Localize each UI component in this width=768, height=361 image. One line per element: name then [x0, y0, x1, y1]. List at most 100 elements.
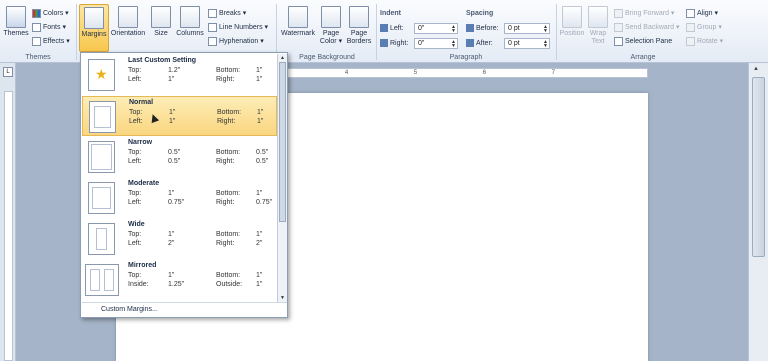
page-color-icon: [321, 6, 341, 28]
margin-option-last-custom[interactable]: ★ Last Custom Setting Top: 1.2" Bottom: 1" …: [82, 55, 277, 95]
ruler-tick: 4: [344, 70, 349, 76]
position-button[interactable]: Position: [558, 4, 586, 52]
margins-dropdown: ★ Last Custom Setting Top: 1.2" Bottom: 1" …: [80, 52, 288, 318]
breaks-button[interactable]: Breaks ▾: [208, 8, 246, 20]
size-button[interactable]: Size: [149, 4, 173, 52]
columns-icon: [180, 6, 200, 28]
spacing-before-field[interactable]: 0 pt ▲ ▼: [504, 23, 550, 34]
wrap-text-icon: [588, 6, 608, 28]
ruler-tick: 6: [482, 70, 487, 76]
margin-option-mirrored[interactable]: Mirrored Top: 1" Bottom: 1" Inside: 1.25" Out…: [82, 260, 277, 300]
page-borders-button[interactable]: Page Borders: [345, 4, 373, 52]
bring-forward-button[interactable]: Bring Forward ▾: [614, 8, 674, 20]
line-numbers-icon: [208, 22, 217, 32]
spinner-icon[interactable]: ▲ ▼: [451, 25, 456, 34]
vertical-scrollbar[interactable]: ▲: [748, 63, 768, 361]
custom-margins-item[interactable]: Custom Margins...: [101, 306, 158, 313]
indent-left-icon: [380, 24, 388, 33]
columns-label: Columns: [176, 30, 204, 37]
margin-option-narrow[interactable]: Narrow Top: 0.5" Bottom: 0.5" Left: 0.5" Righ…: [82, 137, 277, 177]
spacing-before-label: Before:: [466, 23, 499, 34]
dropdown-scrollbar[interactable]: ▲ ▼: [277, 54, 287, 302]
align-icon: [686, 8, 695, 18]
orientation-label: Orientation: [110, 30, 146, 37]
themes-icon: [6, 6, 26, 28]
page-background-group-label: Page Background: [299, 54, 355, 61]
scroll-up-icon[interactable]: ▲: [280, 55, 285, 61]
left-ruler-column: L: [0, 63, 16, 361]
scroll-up-icon[interactable]: ▲: [753, 66, 759, 72]
page-borders-icon: [349, 6, 369, 28]
fonts-button[interactable]: Fonts ▾: [32, 22, 66, 34]
vertical-ruler[interactable]: [4, 91, 13, 361]
position-icon: [562, 6, 582, 28]
menu-divider: [82, 302, 287, 303]
spinner-icon[interactable]: ▲ ▼: [543, 25, 548, 34]
spacing-title: Spacing: [466, 10, 494, 17]
indent-right-icon: [380, 39, 388, 48]
size-label: Size: [154, 30, 168, 37]
scroll-down-icon[interactable]: ▼: [280, 295, 285, 301]
margins-label: Margins: [81, 31, 107, 38]
position-label: Position: [559, 30, 585, 37]
group-separator: [76, 4, 77, 60]
spinner-icon[interactable]: ▲ ▼: [543, 40, 548, 49]
themes-label: Themes: [3, 30, 29, 37]
indent-right-field[interactable]: 0" ▲ ▼: [414, 38, 458, 49]
indent-left-label: Left:: [380, 23, 404, 34]
margin-option-normal[interactable]: Normal Top: 1" Bottom: 1" Left: 1" Right: 1": [82, 96, 277, 136]
page-thumbnail-icon: [88, 182, 115, 214]
themes-button[interactable]: Themes: [2, 4, 30, 52]
indent-right-label: Right:: [380, 38, 408, 49]
scrollbar-thumb[interactable]: [752, 77, 765, 257]
watermark-button[interactable]: Watermark: [279, 4, 317, 52]
group-button[interactable]: Group ▾: [686, 22, 722, 34]
spacing-after-icon: [466, 39, 474, 48]
page-thumbnail-icon: [88, 141, 115, 173]
page-color-button[interactable]: Page Color ▾: [318, 4, 344, 52]
send-backward-button[interactable]: Send Backward ▾: [614, 22, 680, 34]
tab-selector-button[interactable]: L: [3, 67, 13, 77]
margin-option-moderate[interactable]: Moderate Top: 1" Bottom: 1" Left: 0.75" Right…: [82, 178, 277, 218]
option-title: Moderate: [128, 180, 160, 187]
margin-option-wide[interactable]: Wide Top: 1" Bottom: 1" Left: 2" Right: 2": [82, 219, 277, 259]
orientation-button[interactable]: Orientation: [110, 4, 146, 52]
colors-button[interactable]: Colors ▾: [32, 8, 69, 20]
themes-group-label: Themes: [25, 54, 51, 61]
margins-icon: [84, 7, 104, 29]
columns-button[interactable]: Columns: [175, 4, 205, 52]
rotate-button[interactable]: Rotate ▾: [686, 36, 723, 48]
page-thumbnail-icon: [88, 223, 115, 255]
selection-pane-button[interactable]: Selection Pane: [614, 36, 672, 48]
bring-forward-icon: [614, 8, 623, 18]
hyphenation-icon: [208, 36, 217, 46]
orientation-icon: [118, 6, 138, 28]
indent-title: Indent: [380, 10, 401, 17]
page-borders-label: Page Borders: [346, 30, 372, 45]
page-color-label: Page Color ▾: [319, 30, 343, 45]
send-backward-icon: [614, 22, 623, 32]
colors-icon: [32, 8, 41, 18]
wrap-text-button[interactable]: Wrap Text: [587, 4, 609, 52]
arrange-group-label: Arrange: [630, 54, 656, 61]
effects-button[interactable]: Effects ▾: [32, 36, 70, 48]
option-title: Wide: [128, 221, 145, 228]
option-title: Last Custom Setting: [128, 57, 197, 64]
spacing-after-label: After:: [466, 38, 493, 49]
watermark-label: Watermark: [281, 30, 315, 37]
indent-left-field[interactable]: 0" ▲ ▼: [414, 23, 458, 34]
fonts-icon: [32, 22, 41, 32]
group-separator: [376, 4, 377, 60]
hyphenation-button[interactable]: Hyphenation ▾: [208, 36, 264, 48]
margins-button[interactable]: Margins: [79, 4, 109, 52]
align-button[interactable]: Align ▾: [686, 8, 718, 20]
ruler-tick: 5: [413, 70, 418, 76]
line-numbers-button[interactable]: Line Numbers ▾: [208, 22, 268, 34]
spacing-before-icon: [466, 24, 474, 33]
scrollbar-thumb[interactable]: [279, 62, 286, 222]
group-separator: [556, 4, 557, 60]
option-title: Mirrored: [128, 262, 157, 269]
spacing-after-field[interactable]: 0 pt ▲ ▼: [504, 38, 550, 49]
spinner-icon[interactable]: ▲ ▼: [451, 40, 456, 49]
breaks-icon: [208, 8, 217, 18]
